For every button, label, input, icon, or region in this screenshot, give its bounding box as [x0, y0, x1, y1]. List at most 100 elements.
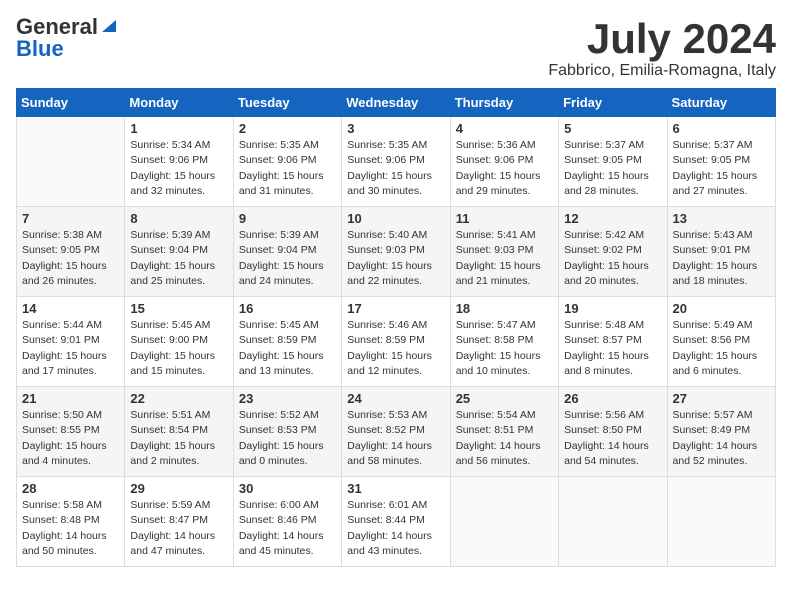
- cell-content: Sunrise: 5:56 AM Sunset: 8:50 PM Dayligh…: [564, 408, 661, 469]
- calendar-week-row: 21 Sunrise: 5:50 AM Sunset: 8:55 PM Dayli…: [17, 387, 776, 477]
- calendar-cell: 26 Sunrise: 5:56 AM Sunset: 8:50 PM Dayli…: [559, 387, 667, 477]
- calendar-cell: 12 Sunrise: 5:42 AM Sunset: 9:02 PM Dayli…: [559, 207, 667, 297]
- cell-content: Sunrise: 5:52 AM Sunset: 8:53 PM Dayligh…: [239, 408, 336, 469]
- cell-content: Sunrise: 5:43 AM Sunset: 9:01 PM Dayligh…: [673, 228, 770, 289]
- calendar-cell: 5Sunrise: 5:37 AM Sunset: 9:05 PM Daylig…: [559, 117, 667, 207]
- calendar-cell: [450, 477, 558, 567]
- weekday-header-thursday: Thursday: [450, 89, 558, 117]
- day-number: 18: [456, 301, 553, 316]
- day-number: 15: [130, 301, 227, 316]
- calendar-cell: 1 Sunrise: 5:34 AM Sunset: 9:06 PM Daylig…: [125, 117, 233, 207]
- day-number: 26: [564, 391, 661, 406]
- day-number: 27: [673, 391, 770, 406]
- weekday-header-wednesday: Wednesday: [342, 89, 450, 117]
- calendar-week-row: 28Sunrise: 5:58 AM Sunset: 8:48 PM Dayli…: [17, 477, 776, 567]
- day-number: 3: [347, 121, 444, 136]
- calendar-cell: 9Sunrise: 5:39 AM Sunset: 9:04 PM Daylig…: [233, 207, 341, 297]
- calendar-cell: 22 Sunrise: 5:51 AM Sunset: 8:54 PM Dayli…: [125, 387, 233, 477]
- location-title: Fabbrico, Emilia-Romagna, Italy: [548, 62, 776, 80]
- day-number: 2: [239, 121, 336, 136]
- day-number: 25: [456, 391, 553, 406]
- cell-content: Sunrise: 5:49 AM Sunset: 8:56 PM Dayligh…: [673, 318, 770, 379]
- day-number: 30: [239, 481, 336, 496]
- calendar-cell: 2 Sunrise: 5:35 AM Sunset: 9:06 PM Daylig…: [233, 117, 341, 207]
- calendar-cell: 31Sunrise: 6:01 AM Sunset: 8:44 PM Dayli…: [342, 477, 450, 567]
- cell-content: Sunrise: 5:44 AM Sunset: 9:01 PM Dayligh…: [22, 318, 119, 379]
- cell-content: Sunrise: 5:59 AM Sunset: 8:47 PM Dayligh…: [130, 498, 227, 559]
- calendar-cell: 25 Sunrise: 5:54 AM Sunset: 8:51 PM Dayli…: [450, 387, 558, 477]
- calendar-cell: 4 Sunrise: 5:36 AM Sunset: 9:06 PM Daylig…: [450, 117, 558, 207]
- cell-content: Sunrise: 5:50 AM Sunset: 8:55 PM Dayligh…: [22, 408, 119, 469]
- calendar-cell: 23 Sunrise: 5:52 AM Sunset: 8:53 PM Dayli…: [233, 387, 341, 477]
- day-number: 29: [130, 481, 227, 496]
- cell-content: Sunrise: 5:54 AM Sunset: 8:51 PM Dayligh…: [456, 408, 553, 469]
- cell-content: Sunrise: 5:40 AM Sunset: 9:03 PM Dayligh…: [347, 228, 444, 289]
- calendar-cell: [667, 477, 775, 567]
- day-number: 16: [239, 301, 336, 316]
- day-number: 31: [347, 481, 444, 496]
- day-number: 20: [673, 301, 770, 316]
- cell-content: Sunrise: 5:36 AM Sunset: 9:06 PM Dayligh…: [456, 138, 553, 199]
- title-area: July 2024 Fabbrico, Emilia-Romagna, Ital…: [548, 16, 776, 80]
- day-number: 6: [673, 121, 770, 136]
- calendar-cell: 20 Sunrise: 5:49 AM Sunset: 8:56 PM Dayli…: [667, 297, 775, 387]
- cell-content: Sunrise: 5:41 AM Sunset: 9:03 PM Dayligh…: [456, 228, 553, 289]
- cell-content: Sunrise: 5:42 AM Sunset: 9:02 PM Dayligh…: [564, 228, 661, 289]
- cell-content: Sunrise: 5:47 AM Sunset: 8:58 PM Dayligh…: [456, 318, 553, 379]
- calendar-week-row: 1 Sunrise: 5:34 AM Sunset: 9:06 PM Daylig…: [17, 117, 776, 207]
- cell-content: Sunrise: 5:58 AM Sunset: 8:48 PM Dayligh…: [22, 498, 119, 559]
- cell-content: Sunrise: 5:39 AM Sunset: 9:04 PM Dayligh…: [239, 228, 336, 289]
- cell-content: Sunrise: 5:45 AM Sunset: 8:59 PM Dayligh…: [239, 318, 336, 379]
- day-number: 10: [347, 211, 444, 226]
- cell-content: Sunrise: 5:53 AM Sunset: 8:52 PM Dayligh…: [347, 408, 444, 469]
- day-number: 21: [22, 391, 119, 406]
- weekday-header-friday: Friday: [559, 89, 667, 117]
- calendar-cell: 3 Sunrise: 5:35 AM Sunset: 9:06 PM Daylig…: [342, 117, 450, 207]
- calendar-week-row: 14 Sunrise: 5:44 AM Sunset: 9:01 PM Dayli…: [17, 297, 776, 387]
- cell-content: Sunrise: 5:35 AM Sunset: 9:06 PM Dayligh…: [239, 138, 336, 199]
- page-header: General Blue July 2024 Fabbrico, Emilia-…: [16, 16, 776, 80]
- calendar-cell: 15Sunrise: 5:45 AM Sunset: 9:00 PM Dayli…: [125, 297, 233, 387]
- day-number: 12: [564, 211, 661, 226]
- cell-content: Sunrise: 5:35 AM Sunset: 9:06 PM Dayligh…: [347, 138, 444, 199]
- weekday-header-monday: Monday: [125, 89, 233, 117]
- calendar-cell: 6Sunrise: 5:37 AM Sunset: 9:05 PM Daylig…: [667, 117, 775, 207]
- calendar-cell: 14 Sunrise: 5:44 AM Sunset: 9:01 PM Dayli…: [17, 297, 125, 387]
- day-number: 23: [239, 391, 336, 406]
- day-number: 4: [456, 121, 553, 136]
- calendar-week-row: 7 Sunrise: 5:38 AM Sunset: 9:05 PM Daylig…: [17, 207, 776, 297]
- calendar-table: SundayMondayTuesdayWednesdayThursdayFrid…: [16, 88, 776, 567]
- calendar-cell: 7 Sunrise: 5:38 AM Sunset: 9:05 PM Daylig…: [17, 207, 125, 297]
- day-number: 19: [564, 301, 661, 316]
- weekday-header-sunday: Sunday: [17, 89, 125, 117]
- calendar-cell: 19 Sunrise: 5:48 AM Sunset: 8:57 PM Dayli…: [559, 297, 667, 387]
- day-number: 5: [564, 121, 661, 136]
- month-title: July 2024: [548, 16, 776, 62]
- calendar-cell: 18 Sunrise: 5:47 AM Sunset: 8:58 PM Dayli…: [450, 297, 558, 387]
- day-number: 14: [22, 301, 119, 316]
- cell-content: Sunrise: 5:51 AM Sunset: 8:54 PM Dayligh…: [130, 408, 227, 469]
- calendar-cell: 13 Sunrise: 5:43 AM Sunset: 9:01 PM Dayli…: [667, 207, 775, 297]
- cell-content: Sunrise: 5:38 AM Sunset: 9:05 PM Dayligh…: [22, 228, 119, 289]
- calendar-cell: 30 Sunrise: 6:00 AM Sunset: 8:46 PM Dayli…: [233, 477, 341, 567]
- calendar-cell: 10 Sunrise: 5:40 AM Sunset: 9:03 PM Dayli…: [342, 207, 450, 297]
- logo: General Blue: [16, 16, 118, 60]
- day-number: 13: [673, 211, 770, 226]
- day-number: 8: [130, 211, 227, 226]
- day-number: 22: [130, 391, 227, 406]
- cell-content: Sunrise: 5:34 AM Sunset: 9:06 PM Dayligh…: [130, 138, 227, 199]
- day-number: 1: [130, 121, 227, 136]
- weekday-header-row: SundayMondayTuesdayWednesdayThursdayFrid…: [17, 89, 776, 117]
- day-number: 24: [347, 391, 444, 406]
- calendar-cell: 8Sunrise: 5:39 AM Sunset: 9:04 PM Daylig…: [125, 207, 233, 297]
- calendar-cell: [559, 477, 667, 567]
- calendar-cell: [17, 117, 125, 207]
- calendar-cell: 21 Sunrise: 5:50 AM Sunset: 8:55 PM Dayli…: [17, 387, 125, 477]
- cell-content: Sunrise: 6:00 AM Sunset: 8:46 PM Dayligh…: [239, 498, 336, 559]
- calendar-cell: 24 Sunrise: 5:53 AM Sunset: 8:52 PM Dayli…: [342, 387, 450, 477]
- day-number: 11: [456, 211, 553, 226]
- cell-content: Sunrise: 5:48 AM Sunset: 8:57 PM Dayligh…: [564, 318, 661, 379]
- calendar-cell: 28Sunrise: 5:58 AM Sunset: 8:48 PM Dayli…: [17, 477, 125, 567]
- calendar-cell: 29 Sunrise: 5:59 AM Sunset: 8:47 PM Dayli…: [125, 477, 233, 567]
- day-number: 7: [22, 211, 119, 226]
